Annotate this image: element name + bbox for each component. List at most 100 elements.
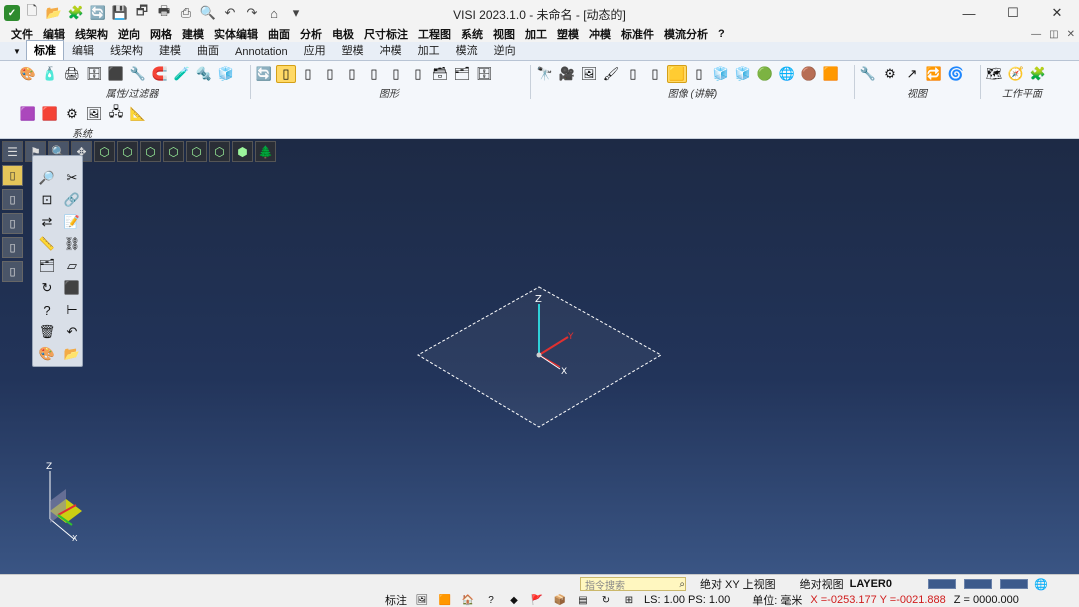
bounding-box-icon[interactable]: ⊡: [36, 190, 58, 210]
undo-icon[interactable]: ↶: [220, 3, 240, 23]
tab-item[interactable]: 塑模: [334, 40, 372, 60]
ribbon-tool-icon[interactable]: 🧭: [1006, 65, 1026, 83]
ribbon-tool-icon[interactable]: 🔧: [858, 65, 878, 83]
cylinder-edit-icon[interactable]: ▯: [2, 189, 23, 210]
tab-item[interactable]: 建模: [151, 40, 189, 60]
ribbon-tool-icon[interactable]: ▯: [623, 65, 643, 83]
maximize-button[interactable]: ☐: [991, 0, 1035, 26]
box-icon[interactable]: ⬛: [61, 278, 83, 298]
tab-item[interactable]: 线架构: [102, 40, 151, 60]
menu-item[interactable]: 加工: [520, 26, 552, 42]
status-tool-icon[interactable]: ⊞: [622, 593, 636, 607]
ribbon-tool-icon[interactable]: ▯: [386, 65, 406, 83]
tab-item[interactable]: 标准: [26, 40, 64, 60]
rotate-icon[interactable]: ↻: [36, 278, 58, 298]
system-tool-icon[interactable]: 🟪: [18, 105, 38, 123]
home-icon[interactable]: ⌂: [264, 3, 284, 23]
tab-item[interactable]: 曲面: [189, 40, 227, 60]
system-tool-icon[interactable]: 🖼: [84, 105, 104, 123]
ribbon-tool-icon[interactable]: 🔁: [924, 65, 944, 83]
select-icon[interactable]: 🔎: [36, 168, 58, 188]
mdi-minimize-button[interactable]: —: [1031, 29, 1041, 40]
ribbon-tool-icon[interactable]: 🖼: [579, 65, 599, 83]
system-tool-icon[interactable]: ⚙: [62, 105, 82, 123]
ribbon-tool-icon[interactable]: 🌀: [946, 65, 966, 83]
view-top-icon[interactable]: ⬡: [94, 141, 115, 162]
tab-item[interactable]: Annotation: [227, 44, 296, 60]
color-swatch[interactable]: [927, 579, 956, 589]
ribbon-tool-icon[interactable]: 🔩: [194, 65, 214, 83]
ribbon-tool-icon[interactable]: 🖨: [62, 65, 82, 83]
cylinder-tool-icon[interactable]: ▯: [2, 165, 23, 186]
ribbon-tool-icon[interactable]: ▯: [298, 65, 318, 83]
minimize-button[interactable]: —: [947, 0, 991, 26]
measure-icon[interactable]: 📏: [36, 234, 58, 254]
menu-item[interactable]: 冲模: [584, 26, 616, 42]
open-icon[interactable]: 📂: [44, 3, 64, 23]
ribbon-tool-icon[interactable]: 🟤: [799, 65, 819, 83]
trash-icon[interactable]: 🗑: [36, 322, 58, 342]
tab-item[interactable]: 编辑: [64, 40, 102, 60]
color-swatch[interactable]: [999, 579, 1028, 589]
ribbon-tool-icon[interactable]: ▯: [364, 65, 384, 83]
mdi-close-button[interactable]: ✕: [1067, 29, 1075, 40]
view-iso3-icon[interactable]: ⬡: [209, 141, 230, 162]
ribbon-tool-icon[interactable]: 🔭: [535, 65, 555, 83]
cylinder-copy-icon[interactable]: ▯: [2, 213, 23, 234]
ribbon-tool-icon[interactable]: 🔄: [254, 65, 274, 83]
plane-icon[interactable]: ▱: [61, 256, 83, 276]
folder-icon[interactable]: 📂: [61, 344, 83, 364]
tab-item[interactable]: 应用: [296, 40, 334, 60]
status-tool-icon[interactable]: 🖼: [415, 593, 429, 607]
status-tool-icon[interactable]: 🟧: [438, 593, 452, 607]
view-tree-icon[interactable]: 🌲: [255, 141, 276, 162]
ribbon-tool-icon[interactable]: ↗: [902, 65, 922, 83]
app-logo[interactable]: ✓: [4, 5, 20, 21]
cut-icon[interactable]: ✂: [61, 168, 83, 188]
menu-item[interactable]: 塑模: [552, 26, 584, 42]
layer-name[interactable]: LAYER0: [850, 578, 892, 590]
ribbon-tool-icon[interactable]: ▯: [689, 65, 709, 83]
new-file-icon[interactable]: 🗋: [22, 3, 42, 23]
ribbon-tool-icon[interactable]: 🟨: [667, 65, 687, 83]
menu-item[interactable]: ?: [713, 28, 730, 40]
ribbon-tool-icon[interactable]: 🖌: [601, 65, 621, 83]
color-icon[interactable]: 🎨: [36, 344, 58, 364]
absolute-view[interactable]: 绝对视图: [800, 576, 844, 592]
menu-item[interactable]: 模流分析: [659, 26, 713, 42]
ribbon-tool-icon[interactable]: 🗂: [452, 65, 472, 83]
undo-palette-icon[interactable]: ↶: [61, 322, 83, 342]
ribbon-tool-icon[interactable]: 🧊: [216, 65, 236, 83]
status-tool-icon[interactable]: ↻: [599, 593, 613, 607]
ribbon-tool-icon[interactable]: 🗺: [984, 65, 1004, 83]
save-as-icon[interactable]: 🗗: [132, 3, 152, 23]
menu-item[interactable]: 标准件: [616, 26, 659, 42]
tab-item[interactable]: 加工: [410, 40, 448, 60]
ribbon-tool-icon[interactable]: 🌐: [777, 65, 797, 83]
status-tool-icon[interactable]: 🚩: [530, 593, 544, 607]
ribbon-tool-icon[interactable]: 🗄: [84, 65, 104, 83]
ribbon-tool-icon[interactable]: ▯: [276, 65, 296, 83]
print-preview-icon[interactable]: ⎙: [176, 3, 196, 23]
ribbon-tool-icon[interactable]: 🧊: [733, 65, 753, 83]
mdi-restore-button[interactable]: ◫: [1049, 29, 1058, 40]
status-tool-icon[interactable]: ◆: [507, 593, 521, 607]
color-swatch[interactable]: [963, 579, 992, 589]
graphics-viewport[interactable]: Z Y X Z X ☰ ⚑ 🔍 ✥ ⬡ ⬡ ⬡ ⬡ ⬡ ⬡ ⬢ 🌲 ▯ ▯ ▯ ▯ ▯ 🔎 ✂ ⊡ 🔗 ⇄ 📝 📏 ⛓ 🗂 ▱ ↻…: [0, 139, 1079, 574]
status-tool-icon[interactable]: 🏠: [461, 593, 475, 607]
view-side-icon[interactable]: ⬡: [140, 141, 161, 162]
ribbon-tool-icon[interactable]: 🧊: [711, 65, 731, 83]
redo-icon[interactable]: ↷: [242, 3, 262, 23]
recent-icon[interactable]: 🔄: [88, 3, 108, 23]
ribbon-tool-icon[interactable]: ⬛: [106, 65, 126, 83]
help-icon[interactable]: ?: [36, 300, 58, 320]
import-icon[interactable]: 🧩: [66, 3, 86, 23]
print-icon[interactable]: 🖶: [154, 3, 174, 23]
ribbon-tool-icon[interactable]: ⚙: [880, 65, 900, 83]
transform-icon[interactable]: ⇄: [36, 212, 58, 232]
ribbon-tool-icon[interactable]: 🎥: [557, 65, 577, 83]
dimension-icon[interactable]: ⊢: [61, 300, 83, 320]
link-icon[interactable]: 🔗: [61, 190, 83, 210]
absolute-xy-view[interactable]: 绝对 XY 上视图: [700, 576, 776, 592]
ribbon-tool-icon[interactable]: 🗄: [474, 65, 494, 83]
